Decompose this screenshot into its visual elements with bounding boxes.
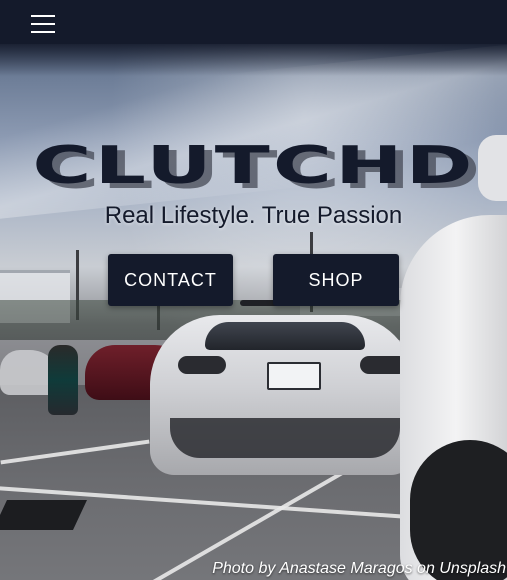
car-wheel xyxy=(410,440,507,580)
brand-logo: CLUTCHD xyxy=(0,136,507,196)
hero-background-photo xyxy=(0,0,507,580)
contact-button[interactable]: CONTACT xyxy=(108,254,233,306)
unsplash-link[interactable]: Unsplash xyxy=(439,560,506,577)
menu-line xyxy=(31,15,55,17)
hamburger-menu-icon[interactable] xyxy=(29,12,59,36)
car-window xyxy=(205,322,365,350)
header-fade xyxy=(0,44,507,76)
person-figure xyxy=(48,345,78,415)
hero-page: CLUTCHD Real Lifestyle. True Passion CON… xyxy=(0,0,507,580)
car-bumper xyxy=(170,418,400,458)
logo-text: CLUTCHD xyxy=(31,136,476,196)
menu-line xyxy=(31,31,55,33)
hero-tagline: Real Lifestyle. True Passion xyxy=(104,202,403,229)
shop-button[interactable]: SHOP xyxy=(273,254,399,306)
photo-credit: Photo by Anastase Maragos on Unsplash xyxy=(212,560,506,578)
ground-shadow xyxy=(0,500,87,530)
license-plate xyxy=(267,362,321,390)
photographer-link[interactable]: Anastase Maragos xyxy=(279,560,412,577)
car-tail-light xyxy=(178,356,226,374)
top-nav-bar xyxy=(0,0,507,44)
credit-middle: on xyxy=(412,560,440,577)
menu-line xyxy=(31,23,55,25)
credit-prefix: Photo by xyxy=(212,560,280,577)
